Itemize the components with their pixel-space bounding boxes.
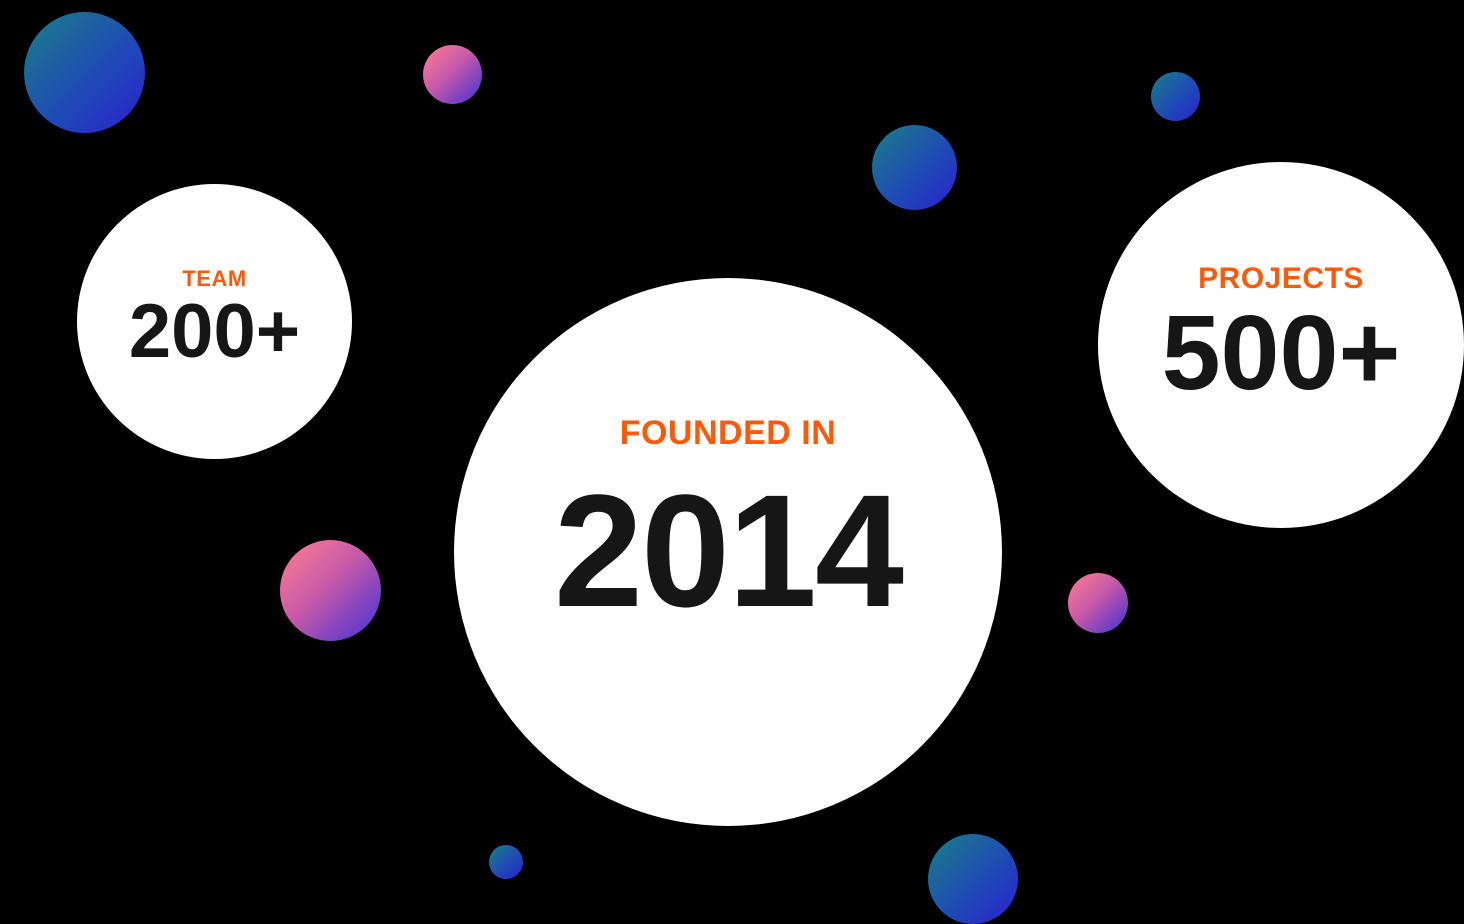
stat-projects: PROJECTS 500+ (1098, 162, 1464, 528)
stat-projects-value: 500+ (1161, 294, 1401, 412)
stat-founded-label: FOUNDED IN (619, 413, 837, 452)
decorative-bubble (280, 540, 381, 641)
decorative-bubble (423, 45, 482, 104)
decorative-bubble (872, 125, 957, 210)
decorative-bubble (1068, 573, 1128, 633)
decorative-bubble (928, 834, 1018, 924)
stat-team-label: TEAM (182, 265, 247, 291)
decorative-bubble (24, 12, 145, 133)
stat-team: TEAM 200+ (77, 184, 352, 459)
stat-team-value: 200+ (128, 288, 301, 374)
stat-founded-value: 2014 (554, 460, 904, 640)
decorative-bubble (489, 845, 523, 879)
decorative-bubble (1151, 72, 1200, 121)
stat-projects-label: PROJECTS (1198, 262, 1364, 295)
stat-founded: FOUNDED IN 2014 (454, 278, 1002, 826)
